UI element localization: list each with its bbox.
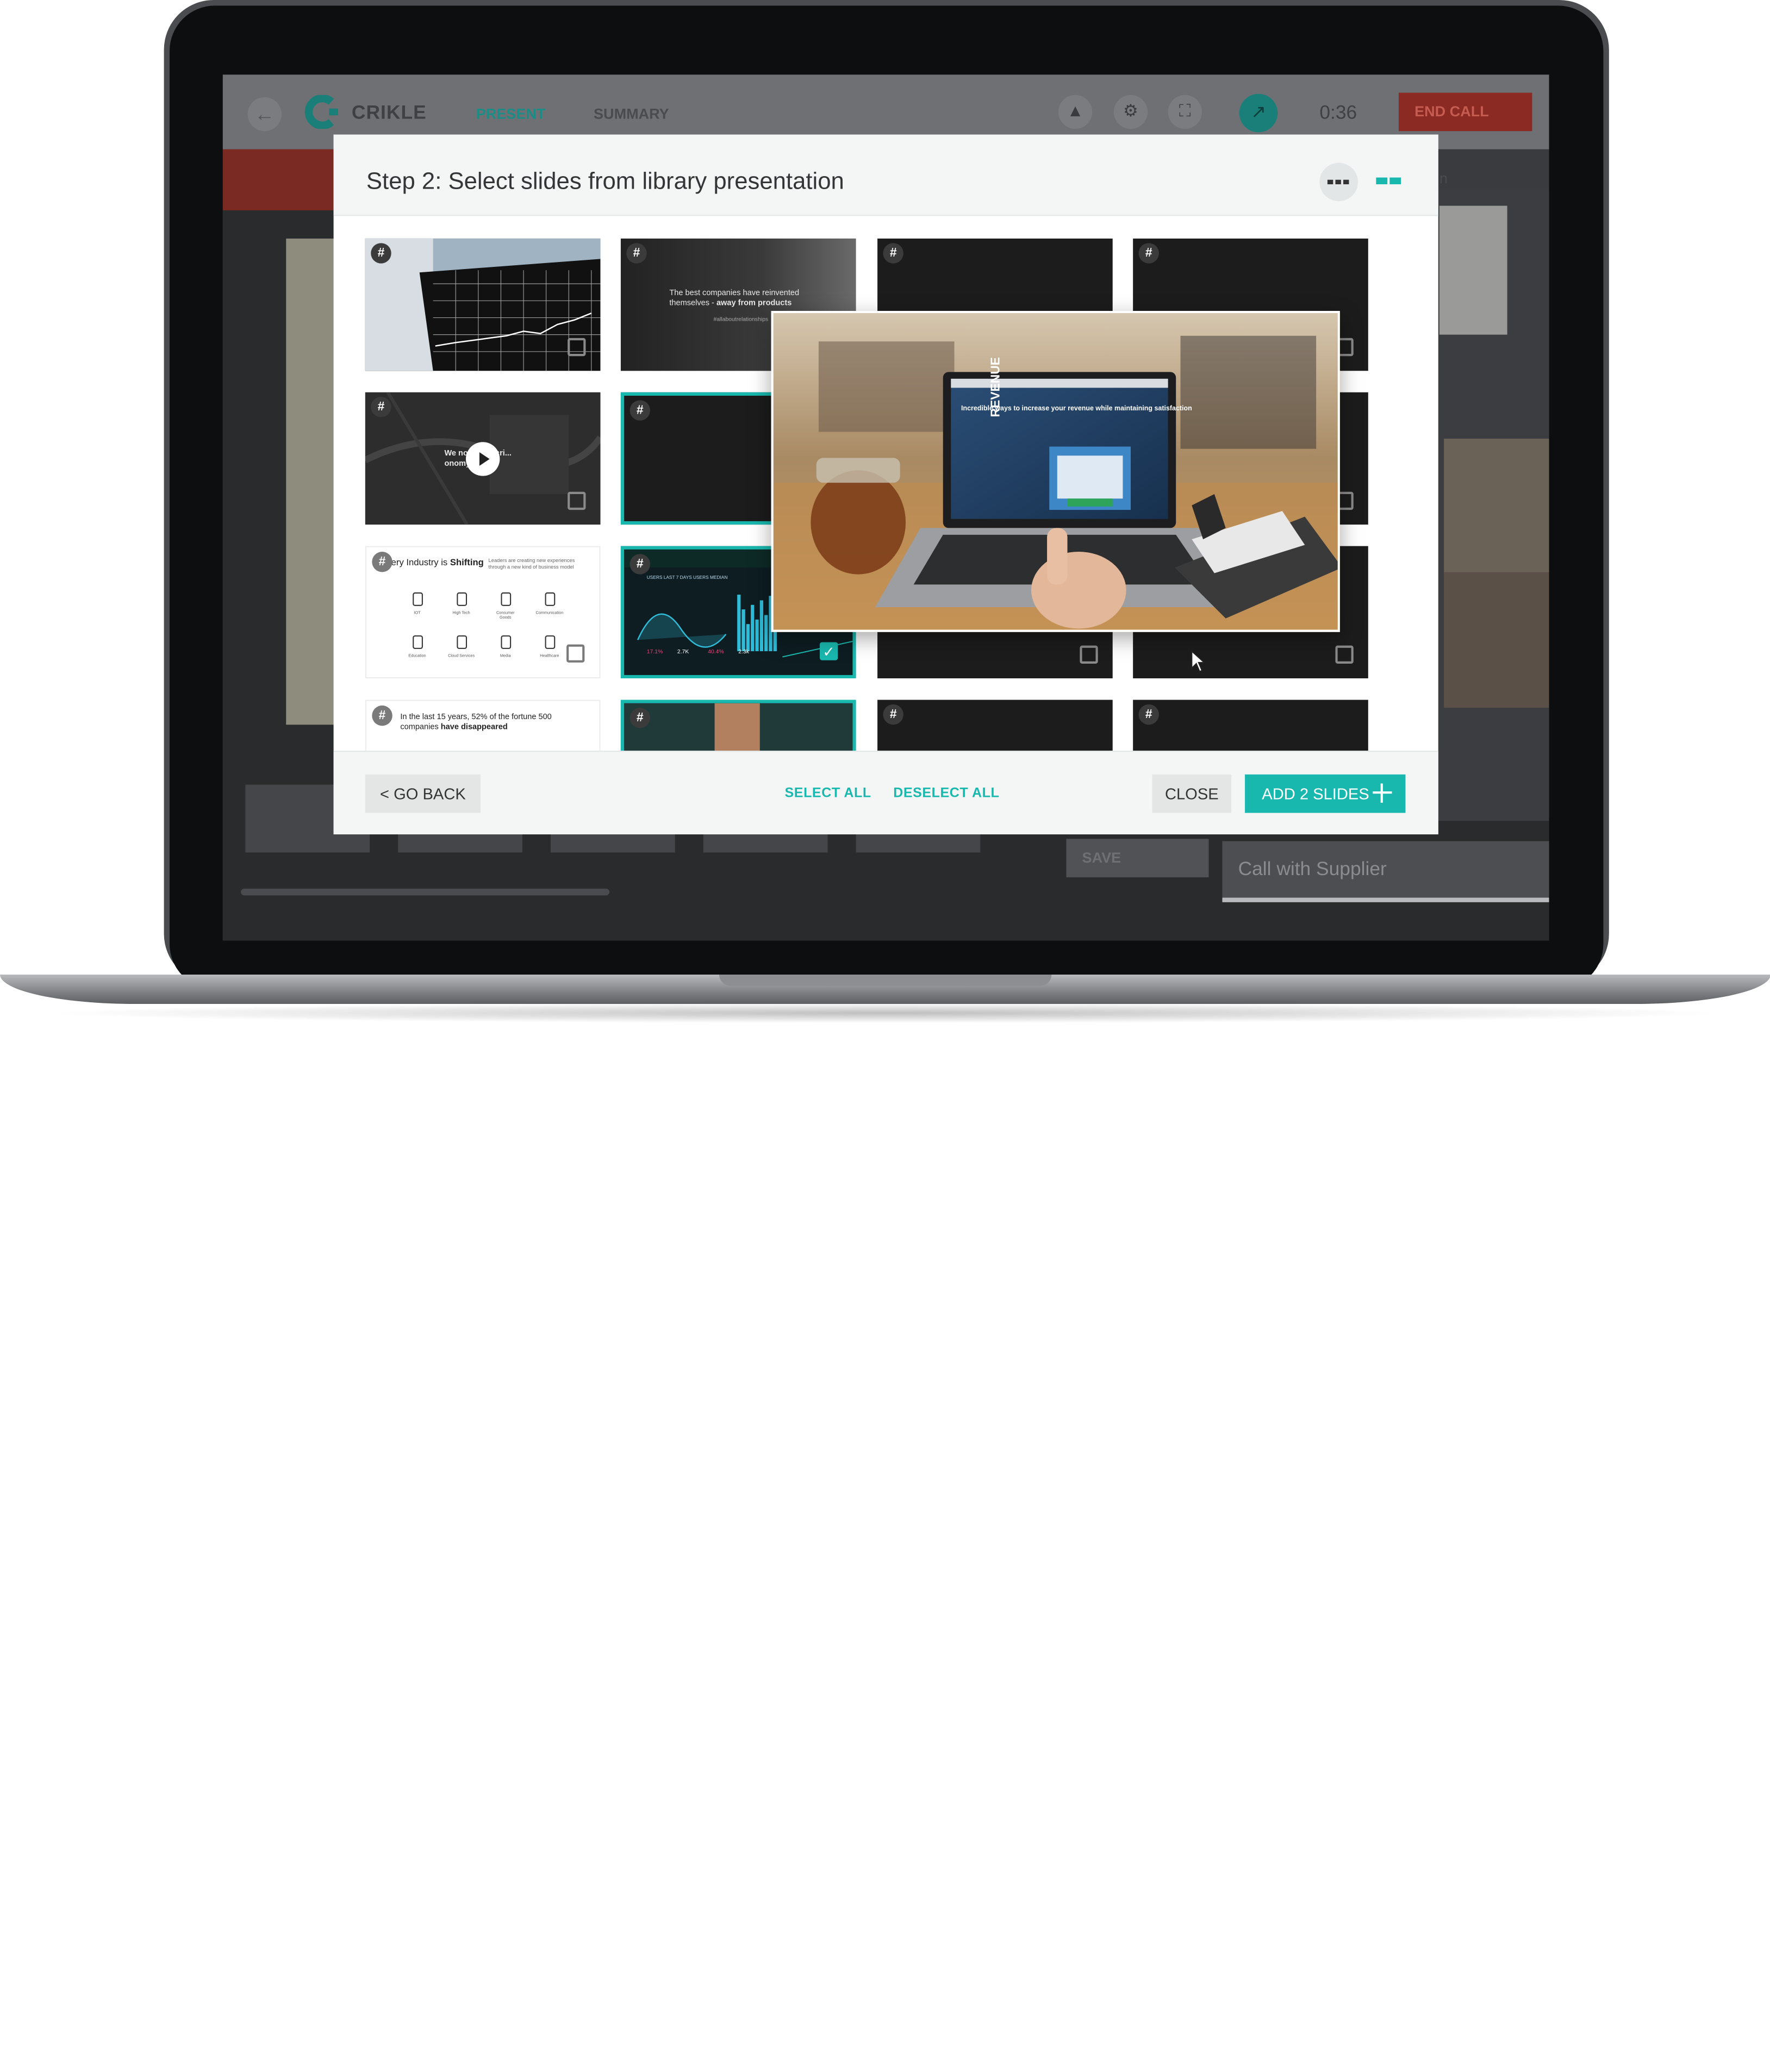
dashboard-stat: 2.3k <box>738 648 749 656</box>
slide-number-badge: # <box>1138 704 1159 725</box>
slide-tile[interactable]: very Industry is Shifting Leaders are cre… <box>365 546 601 678</box>
industry-item: Communication <box>535 592 564 615</box>
industry-item-label: Communication <box>535 610 564 615</box>
slide-number-badge: # <box>1138 243 1159 264</box>
close-button[interactable]: CLOSE <box>1152 774 1232 813</box>
slide-number-badge: # <box>883 704 903 725</box>
dashboard-heading: USERS LAST 7 DAYS USERS MEDIAN <box>646 574 728 581</box>
slide-number-badge: # <box>883 243 903 264</box>
checkbox-icon[interactable] <box>566 644 585 663</box>
quote-text: The best companies have reinvented thems… <box>669 289 800 308</box>
industry-item: High Tech <box>447 592 476 615</box>
fortune-text: In the last 15 years, 52% of the fortune… <box>400 713 552 732</box>
slide-number-badge: # <box>371 397 391 417</box>
hand-photo <box>624 703 853 751</box>
quote-tag: #allaboutrelationships <box>713 316 769 323</box>
checkbox-icon[interactable] <box>1080 645 1098 664</box>
deselect-all-link[interactable]: DESELECT ALL <box>893 785 999 801</box>
industry-item: Cloud Services <box>447 635 476 658</box>
laptop-photo: REVENUE Incredible ways to increase your… <box>773 313 1338 630</box>
back-arrow-icon[interactable]: ← <box>247 97 282 132</box>
slide-tile[interactable]: In the last 15 years, 52% of the fortune… <box>365 700 601 751</box>
stock-chart-image <box>365 238 601 371</box>
app-brand: CRIKLE <box>351 102 427 123</box>
checkbox-icon[interactable] <box>568 491 586 510</box>
slide-hover-preview: REVENUE Incredible ways to increase your… <box>771 311 1340 632</box>
fullscreen-icon[interactable]: ⛶ <box>1168 95 1202 129</box>
play-icon[interactable] <box>465 442 500 476</box>
dashboard-stat: 40.4% <box>708 648 724 656</box>
modal-title: Step 2: Select slides from library prese… <box>366 168 844 195</box>
go-back-button[interactable]: < GO BACK <box>365 774 481 813</box>
ad-thumbnail <box>1439 205 1507 335</box>
call-title-field[interactable]: Call with Supplier <box>1222 841 1549 902</box>
dashboard-stat: 2.7K <box>677 648 689 656</box>
end-call-button[interactable]: END CALL <box>1398 92 1532 132</box>
slide-number-badge: # <box>630 708 650 728</box>
select-slides-modal: Step 2: Select slides from library prese… <box>333 134 1438 835</box>
slide-tile[interactable]: # <box>877 700 1113 751</box>
industry-item: Education <box>402 635 432 658</box>
industry-item-label: Media <box>500 653 511 658</box>
slide-tile[interactable]: #✓ <box>620 700 856 751</box>
slide-tile[interactable]: # <box>1133 700 1368 751</box>
industry-item: Healthcare <box>535 635 564 658</box>
laptop-notch <box>719 974 1052 986</box>
modal-footer: < GO BACK SELECT ALL DESELECT ALL CLOSE … <box>333 751 1438 835</box>
industry-title: very Industry is Shifting <box>387 557 484 568</box>
checkbox-checked-icon[interactable]: ✓ <box>820 642 838 660</box>
mouse-cursor-icon <box>1191 650 1206 672</box>
industry-item-label: IOT <box>414 610 421 615</box>
dashboard-stat: 17.1% <box>646 648 663 656</box>
list-view-icon[interactable] <box>1319 163 1358 202</box>
slide-tile[interactable]: We no... subscri... onomy# <box>365 392 601 525</box>
save-button[interactable]: SAVE <box>1066 839 1209 878</box>
checkbox-icon[interactable] <box>1335 645 1354 664</box>
select-all-link[interactable]: SELECT ALL <box>785 785 871 801</box>
gear-icon[interactable]: ⚙ <box>1113 95 1148 129</box>
tab-summary[interactable]: SUMMARY <box>594 105 669 122</box>
slide-strip-scrollbar[interactable] <box>241 888 610 896</box>
call-timer: 0:36 <box>1319 102 1357 123</box>
industry-item-label: Education <box>408 653 426 658</box>
slide-number-badge: # <box>372 705 392 726</box>
grid-view-icon[interactable] <box>1376 177 1401 187</box>
participant-video-1 <box>1444 439 1549 575</box>
industry-item-label: High Tech <box>452 610 470 615</box>
slide-number-badge: # <box>371 243 391 264</box>
industry-item-label: Healthcare <box>540 653 559 658</box>
tab-present[interactable]: PRESENT <box>476 105 546 122</box>
plus-icon <box>1373 783 1392 803</box>
industry-item-label: Cloud Services <box>448 653 475 658</box>
graduation-cap-icon[interactable]: ▲ <box>1058 95 1093 129</box>
slide-number-badge: # <box>372 552 392 572</box>
slide-tile[interactable]: # <box>365 238 601 371</box>
preview-headline: Incredible ways to increase your revenue… <box>961 404 1192 412</box>
modal-header: Step 2: Select slides from library prese… <box>333 134 1438 216</box>
industry-item-label: Consumer Goods <box>496 610 515 620</box>
slide-number-badge: # <box>630 400 650 421</box>
present-screen-icon[interactable]: ↗ <box>1239 93 1278 133</box>
crikle-logo-icon <box>304 95 338 129</box>
slide-number-badge: # <box>630 554 650 575</box>
add-slides-label: ADD 2 SLIDES <box>1262 784 1369 803</box>
industry-item: Consumer Goods <box>491 592 520 620</box>
right-panel-label: n <box>1439 170 1448 187</box>
industry-item: IOT <box>402 592 432 615</box>
slide-number-badge: # <box>626 243 647 264</box>
laptop-shadow <box>45 1002 1726 1023</box>
participant-video-2 <box>1444 572 1549 708</box>
add-slides-button[interactable]: ADD 2 SLIDES <box>1245 774 1406 813</box>
industry-subtitle: Leaders are creating new experiences thr… <box>488 557 575 570</box>
alert-bar <box>222 149 336 210</box>
industry-item: Media <box>491 635 520 658</box>
checkbox-icon[interactable] <box>568 338 586 357</box>
